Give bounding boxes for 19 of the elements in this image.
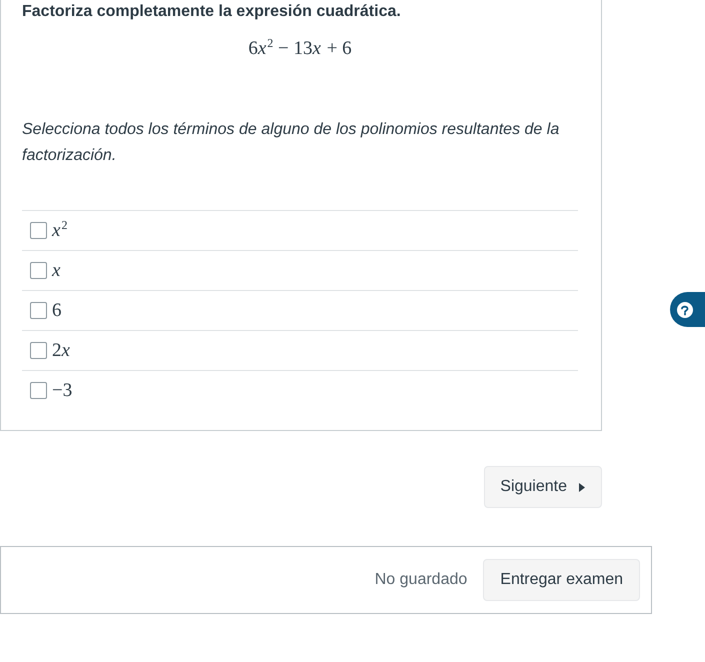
submit-button[interactable]: Entregar examen (483, 559, 640, 601)
help-button[interactable] (670, 292, 705, 327)
math-expression: 6x$^{2}$ − 13x + 6 (247, 35, 353, 61)
option-label: 2x (52, 338, 71, 362)
option-label: x (52, 258, 62, 282)
help-icon (677, 302, 693, 318)
option-label: x$^{2}$ (52, 218, 68, 242)
checkbox[interactable] (30, 262, 47, 279)
question-title: Factoriza completamente la expresión cuadrática. (22, 2, 402, 22)
next-button[interactable]: Siguiente (484, 466, 602, 508)
option-label: 6 (52, 298, 62, 322)
save-status: No guardado (374, 570, 468, 590)
instruction-text: Selecciona todos los términos de alguno de los polinomios resultantes de la factorización. (22, 120, 560, 166)
checkbox[interactable] (30, 222, 47, 239)
caret-icon (579, 482, 585, 492)
checkbox[interactable] (30, 382, 47, 399)
checkbox[interactable] (30, 302, 47, 319)
checkbox[interactable] (30, 342, 47, 359)
option-label: −3 (52, 378, 72, 402)
